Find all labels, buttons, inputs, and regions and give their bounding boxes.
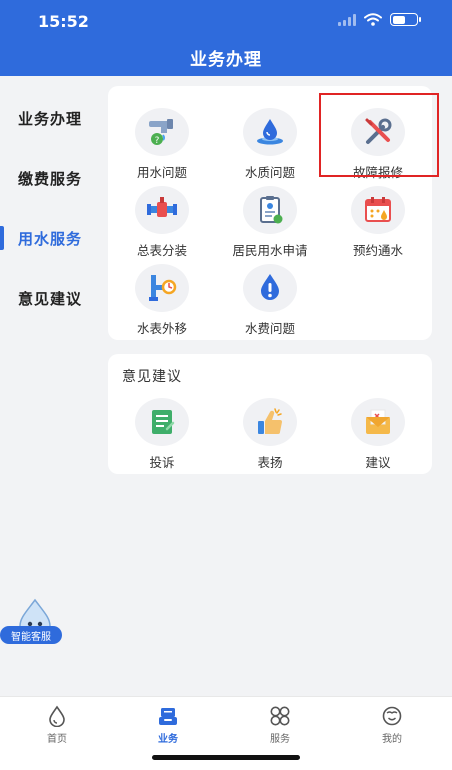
tab-business-label: 业务 xyxy=(158,734,178,745)
home-drop-icon xyxy=(49,705,65,727)
profile-face-icon xyxy=(382,706,402,726)
header-bar: 15:52 业务办理 xyxy=(0,0,452,76)
meter-relocation-label: 水表外移 xyxy=(136,321,187,336)
tab-services[interactable]: 服务 xyxy=(250,705,310,745)
services-grid-icon xyxy=(270,706,290,726)
feedback-card-title: 意见建议 xyxy=(122,369,182,385)
water-quality-issue-label: 水质问题 xyxy=(244,165,295,180)
tab-profile-label: 我的 xyxy=(382,734,402,745)
water-usage-issue-label: 用水问题 xyxy=(136,165,187,180)
water-quality-issue-button[interactable]: 水质问题 xyxy=(216,108,324,184)
complaint-button[interactable]: 投诉 xyxy=(108,398,216,474)
application-form-icon xyxy=(243,186,297,234)
page-title: 业务办理 xyxy=(190,50,262,70)
meter-relocation-button[interactable]: 水表外移 xyxy=(108,264,216,340)
sidebar-item-feedback[interactable]: 意见建议 xyxy=(0,278,100,318)
warning-drop-icon xyxy=(243,264,297,312)
resident-water-application-button[interactable]: 居民用水申请 xyxy=(216,186,324,262)
customer-service-label[interactable]: 智能客服 xyxy=(0,626,62,644)
business-tray-icon xyxy=(159,708,177,725)
praise-button[interactable]: 表扬 xyxy=(216,398,324,474)
thumbs-up-icon xyxy=(243,398,297,446)
complaint-label: 投诉 xyxy=(149,455,175,470)
tab-home-label: 首页 xyxy=(47,734,67,745)
schedule-water-connection-button[interactable]: 预约通水 xyxy=(324,186,432,262)
master-meter-split-label: 总表分装 xyxy=(136,243,187,258)
suggestion-envelope-icon xyxy=(351,398,405,446)
status-time: 15:52 xyxy=(38,12,89,31)
meter-relocation-icon xyxy=(135,264,189,312)
water-meter-pipe-icon xyxy=(135,186,189,234)
suggestion-label: 建议 xyxy=(365,455,391,470)
wifi-icon xyxy=(364,13,382,26)
suggestion-button[interactable]: 建议 xyxy=(324,398,432,474)
water-usage-issue-button[interactable]: ? 用水问题 xyxy=(108,108,216,184)
master-meter-split-button[interactable]: 总表分装 xyxy=(108,186,216,262)
resident-water-application-label: 居民用水申请 xyxy=(232,243,308,258)
tab-services-label: 服务 xyxy=(270,734,290,745)
svg-text:?: ? xyxy=(155,136,160,146)
complaint-document-icon xyxy=(135,398,189,446)
home-indicator xyxy=(152,755,300,760)
cellular-signal-icon xyxy=(338,13,356,26)
feedback-card: 意见建议 投诉 表扬 建议 xyxy=(108,354,432,474)
calendar-water-icon xyxy=(351,186,405,234)
water-fee-issue-label: 水费问题 xyxy=(244,321,295,336)
water-fee-issue-button[interactable]: 水费问题 xyxy=(216,264,324,340)
status-icons xyxy=(338,13,421,26)
tab-profile[interactable]: 我的 xyxy=(362,705,422,745)
battery-icon xyxy=(390,13,421,26)
schedule-water-connection-label: 预约通水 xyxy=(352,243,403,258)
sidebar-item-payment[interactable]: 缴费服务 xyxy=(0,158,100,198)
water-tap-question-icon: ? xyxy=(135,108,189,156)
praise-label: 表扬 xyxy=(257,455,283,470)
highlight-box xyxy=(319,93,439,177)
sidebar-item-business[interactable]: 业务办理 xyxy=(0,98,100,138)
sidebar-item-water-service[interactable]: 用水服务 xyxy=(0,218,100,258)
tab-business[interactable]: 业务 xyxy=(138,705,198,745)
water-drop-icon xyxy=(243,108,297,156)
tab-home[interactable]: 首页 xyxy=(27,705,87,745)
